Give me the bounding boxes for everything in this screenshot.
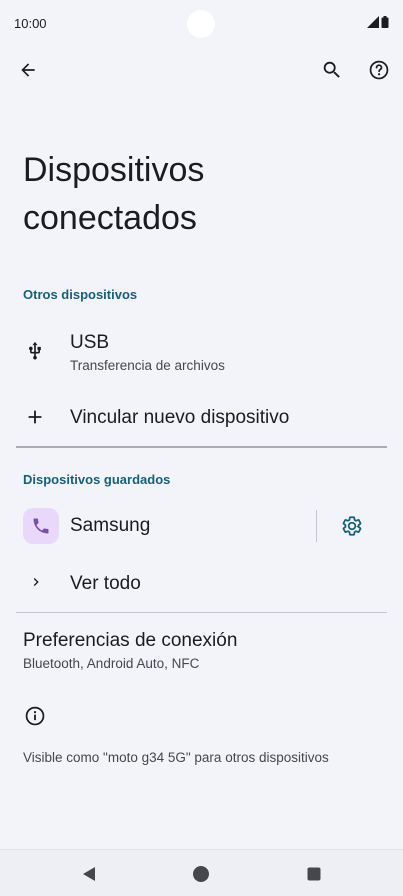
status-icons bbox=[367, 16, 389, 28]
page-title: Dispositivos conectados bbox=[23, 151, 205, 237]
pair-new-device-title: Vincular nuevo dispositivo bbox=[70, 407, 290, 428]
connection-preferences-item[interactable]: Preferencias de conexión Bluetooth, Andr… bbox=[0, 622, 403, 680]
section-header-other-devices: Otros dispositivos bbox=[23, 287, 138, 302]
status-bar: 10:00 bbox=[0, 0, 403, 48]
nav-recents-icon bbox=[307, 867, 321, 881]
arrow-back-icon bbox=[21, 63, 35, 77]
section-divider bbox=[16, 446, 387, 448]
toolbar bbox=[0, 52, 403, 92]
search-button[interactable] bbox=[316, 54, 348, 86]
saved-device-samsung[interactable]: Samsung bbox=[0, 502, 403, 550]
signal-icon bbox=[367, 16, 379, 28]
back-button[interactable] bbox=[12, 54, 44, 86]
usb-item[interactable]: USB Transferencia de archivos bbox=[0, 320, 403, 382]
see-all-item[interactable]: Ver todo bbox=[0, 560, 403, 608]
samsung-title: Samsung bbox=[70, 515, 151, 536]
nav-home-button[interactable] bbox=[190, 863, 212, 885]
plus-icon bbox=[28, 410, 42, 424]
camera-cutout bbox=[187, 10, 215, 38]
divider-preferences bbox=[16, 612, 387, 613]
samsung-icon-container bbox=[23, 508, 59, 544]
info-icon bbox=[25, 706, 45, 726]
phone-icon bbox=[33, 518, 49, 534]
gear-icon bbox=[342, 516, 362, 536]
status-time: 10:00 bbox=[14, 16, 47, 31]
usb-icon bbox=[29, 341, 41, 360]
help-icon bbox=[369, 60, 389, 80]
section-header-saved-devices: Dispositivos guardados bbox=[23, 472, 171, 487]
navigation-bar bbox=[0, 849, 403, 896]
help-button[interactable] bbox=[363, 54, 395, 86]
connection-preferences-subtitle: Bluetooth, Android Auto, NFC bbox=[23, 656, 200, 671]
see-all-title: Ver todo bbox=[70, 573, 141, 594]
pair-new-device-item[interactable]: Vincular nuevo dispositivo bbox=[0, 392, 403, 444]
connection-preferences-title: Preferencias de conexión bbox=[23, 630, 238, 651]
nav-recents-button[interactable] bbox=[303, 863, 325, 885]
samsung-settings-button[interactable] bbox=[336, 510, 368, 542]
nav-back-icon bbox=[83, 867, 95, 881]
usb-title: USB bbox=[70, 332, 110, 353]
samsung-divider bbox=[316, 510, 317, 542]
nav-back-button[interactable] bbox=[78, 863, 100, 885]
search-icon bbox=[323, 61, 340, 78]
nav-home-icon bbox=[193, 866, 209, 882]
chevron-right-icon bbox=[33, 578, 39, 586]
battery-icon bbox=[381, 16, 389, 28]
visible-as-text: Visible como "moto g34 5G" para otros di… bbox=[23, 750, 329, 765]
usb-subtitle: Transferencia de archivos bbox=[70, 358, 225, 373]
